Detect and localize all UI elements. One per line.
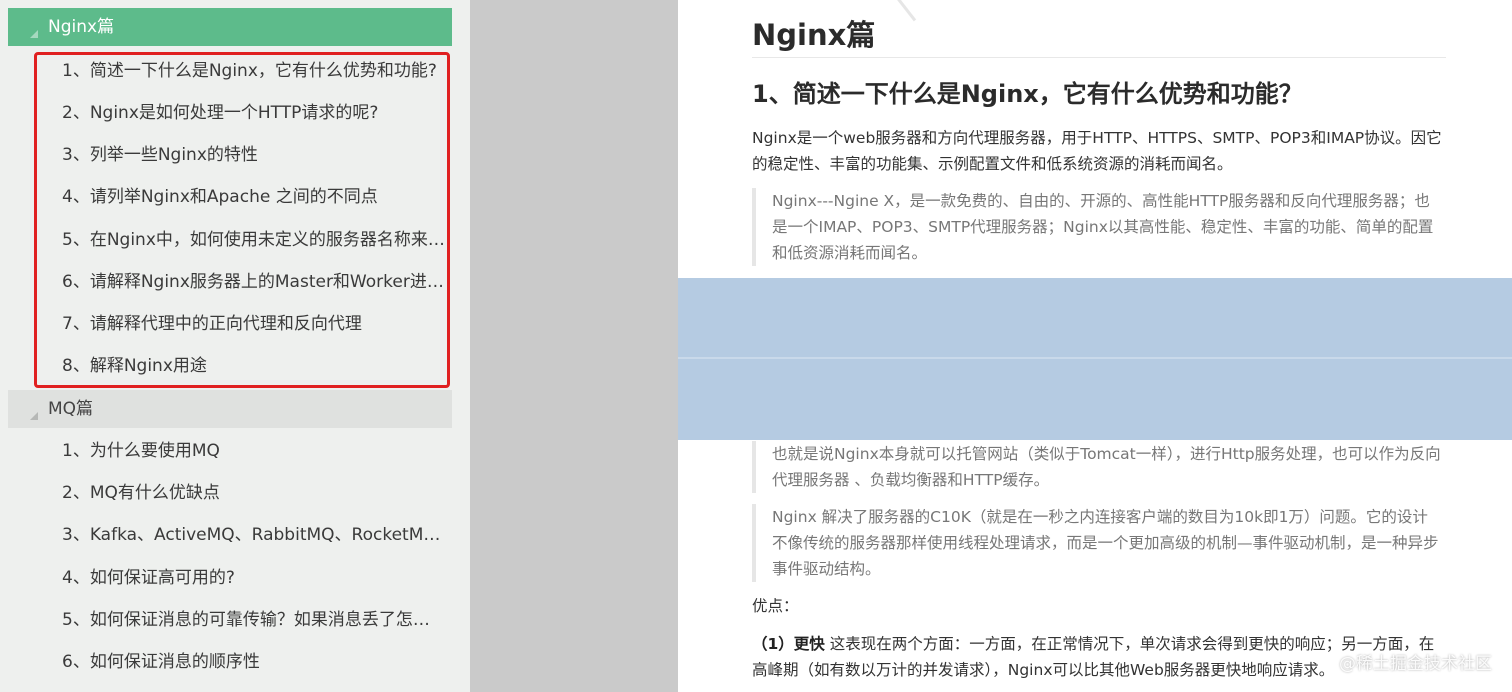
blockquote-3: Nginx 解决了服务器的C10K（就是在一秒之内连接客户端的数目为10k即1万… [752,504,1442,582]
toc-item-mq-2[interactable]: 2、MQ有什么优缺点 [62,476,446,510]
question-heading: 1、简述一下什么是Nginx，它有什么优势和功能？ [752,80,1303,108]
toc-section-title: Nginx篇 [48,17,115,37]
gutter [470,0,678,692]
toc-item-mq-3[interactable]: 3、Kafka、ActiveMQ、RabbitMQ、RocketM… [62,518,446,552]
toc-sidebar: Nginx篇 1、简述一下什么是Nginx，它有什么优势和功能? 2、Nginx… [0,0,470,692]
title-divider [752,57,1446,58]
collapse-triangle-icon[interactable] [30,30,38,38]
band-divider [678,357,1512,359]
blockquote-2: 也就是说Nginx本身就可以托管网站（类似于Tomcat一样），进行Http服务… [752,441,1442,493]
toc-item-mq-6[interactable]: 6、如何保证消息的顺序性 [62,645,446,679]
decorative-stroke [892,0,917,22]
highlight-box [34,52,450,388]
toc-section-nginx[interactable]: Nginx篇 [8,8,452,46]
watermark: @稀土掘金技术社区 [1339,654,1492,674]
collapse-triangle-icon[interactable] [30,412,38,420]
advantage-point-title: （1）更快 [752,635,825,653]
article-content: Nginx篇 1、简述一下什么是Nginx，它有什么优势和功能？ Nginx是一… [678,0,1512,692]
advantage-point-text: 这表现在两个方面：一方面，在正常情况下，单次请求会得到更快的响应；另一方面，在高… [752,635,1435,679]
toc-section-mq[interactable]: MQ篇 [8,390,452,428]
selection-band [678,278,1512,440]
advantages-label: 优点： [752,597,799,615]
article-title: Nginx篇 [752,18,876,52]
toc-item-mq-4[interactable]: 4、如何保证高可用的? [62,561,446,595]
blockquote-1: Nginx---Ngine X，是一款免费的、自由的、开源的、高性能HTTP服务… [752,188,1442,266]
toc-section-title: MQ篇 [48,399,94,419]
toc-item-mq-5[interactable]: 5、如何保证消息的可靠传输？如果消息丢了怎么办 [62,603,446,637]
intro-paragraph: Nginx是一个web服务器和方向代理服务器，用于HTTP、HTTPS、SMTP… [752,129,1442,173]
toc-item-mq-1[interactable]: 1、为什么要使用MQ [62,434,446,468]
